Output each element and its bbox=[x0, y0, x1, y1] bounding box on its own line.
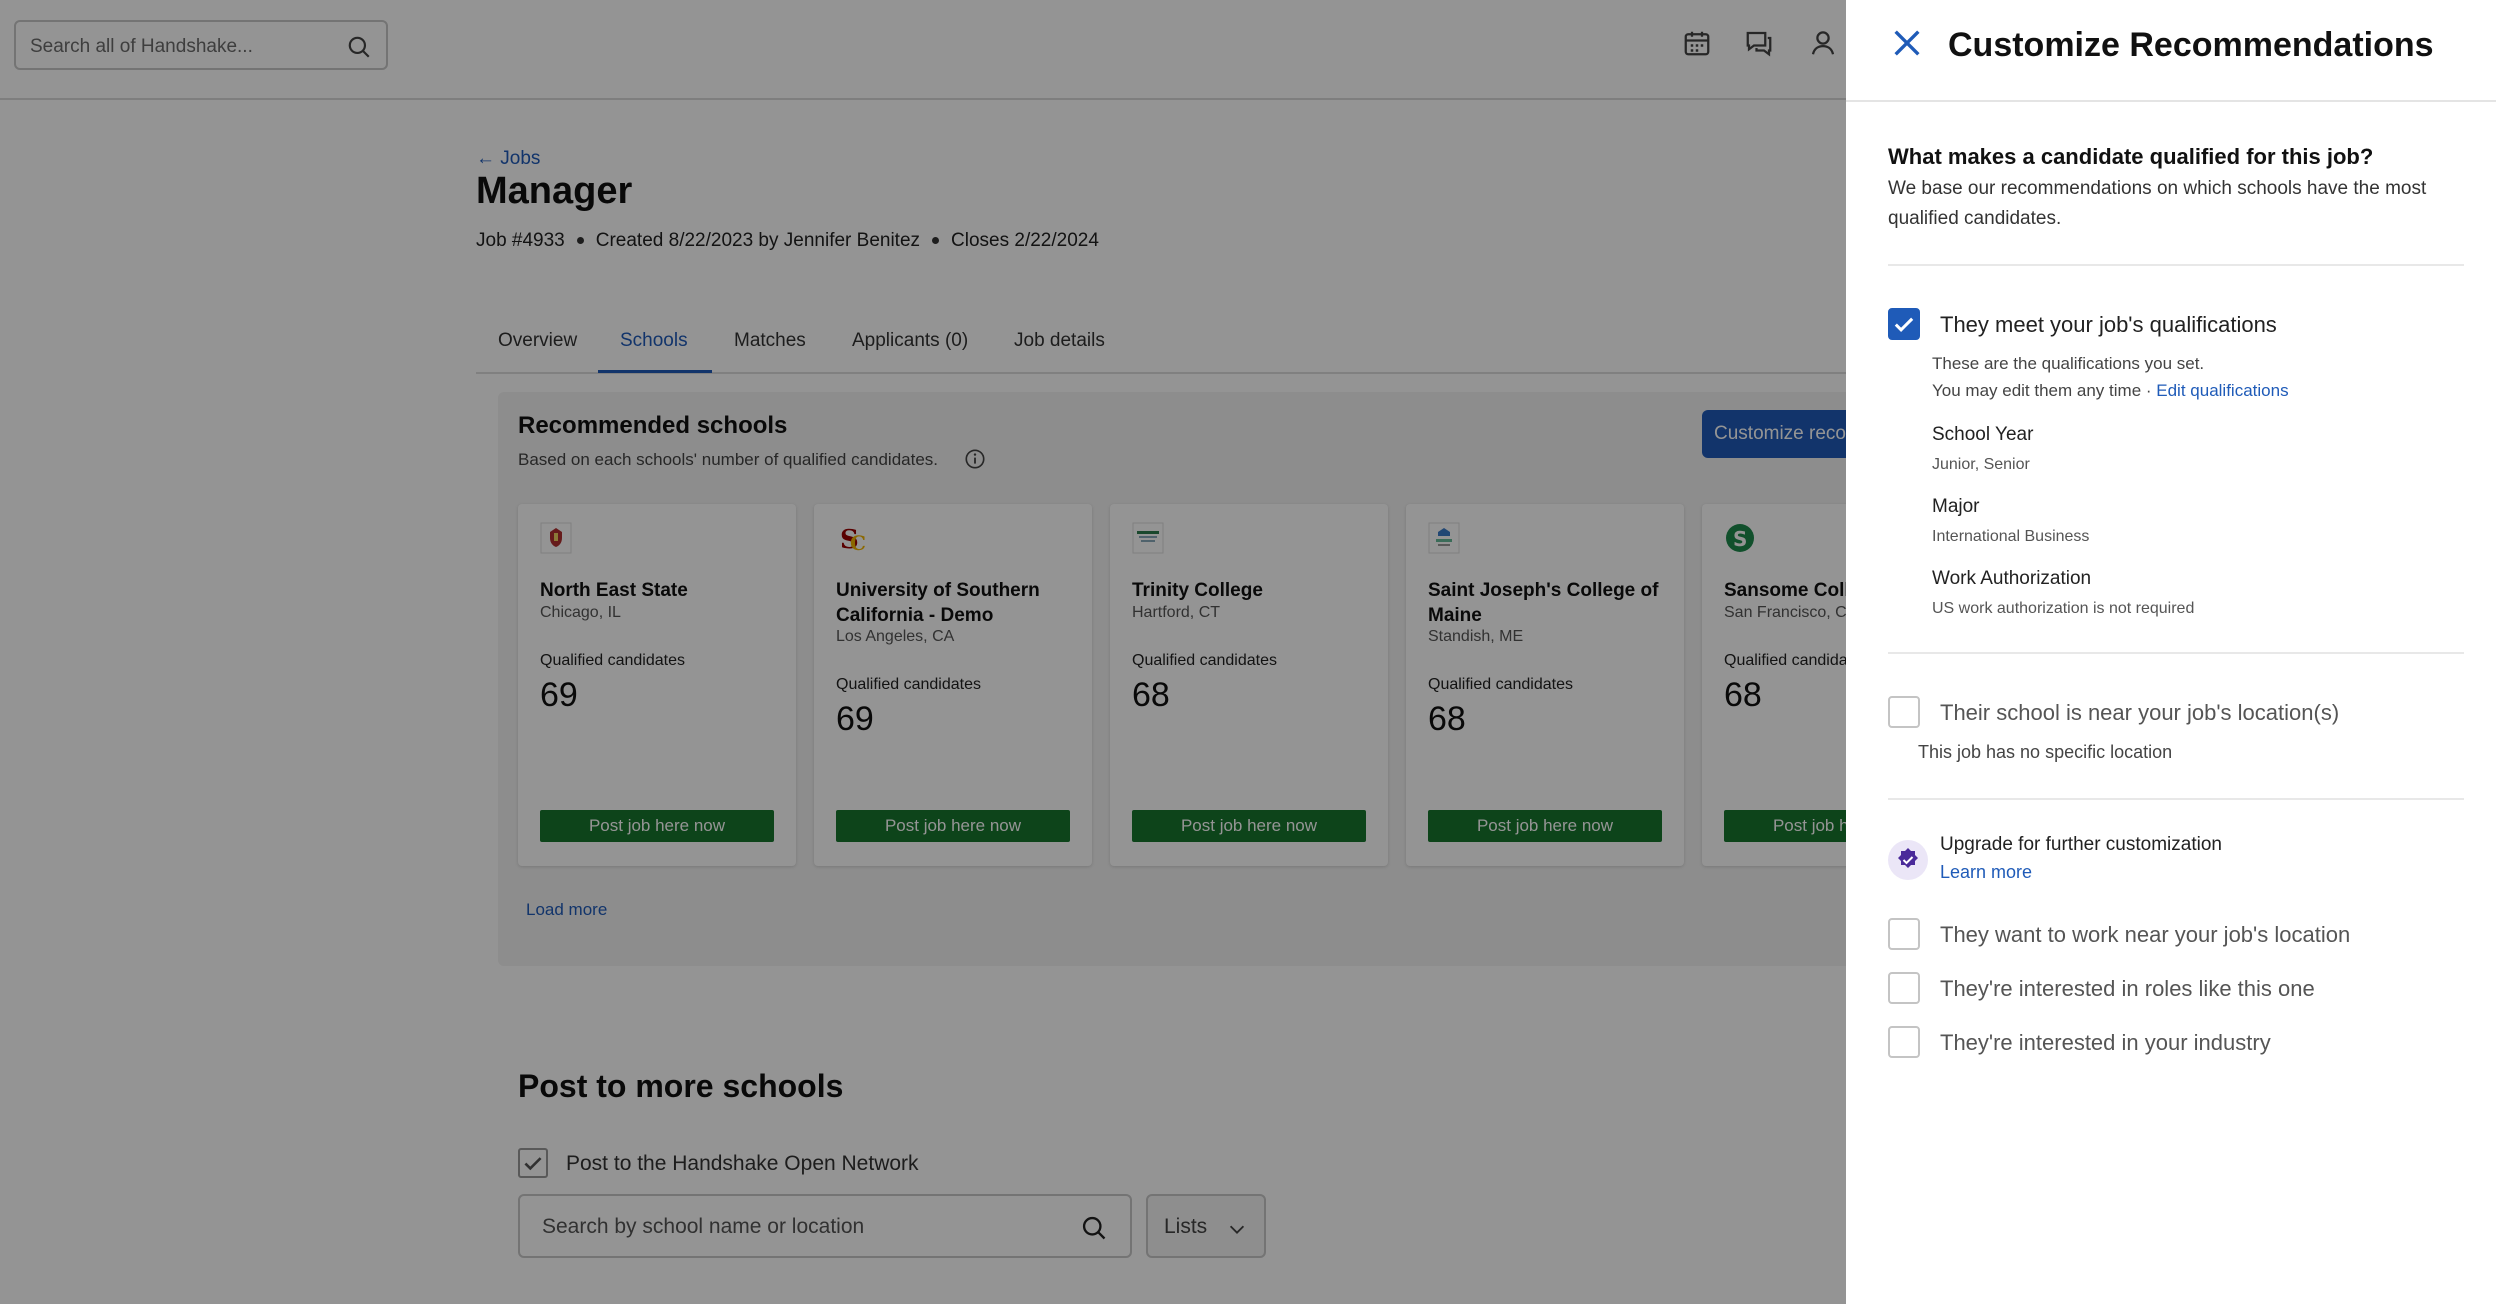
qualification-description: We base our recommendations on which sch… bbox=[1888, 178, 2427, 229]
major-value: International Business bbox=[1932, 528, 2090, 545]
interested-in-roles-label: They're interested in roles like this on… bbox=[1940, 976, 2315, 1001]
want-work-near-location-label: They want to work near your job's locati… bbox=[1940, 922, 2351, 947]
school-year-value: Junior, Senior bbox=[1932, 456, 2030, 473]
divider bbox=[1888, 264, 2464, 266]
divider bbox=[1888, 652, 2464, 654]
customize-recommendations-drawer: Customize Recommendations What makes a c… bbox=[1846, 0, 2496, 1304]
upgrade-badge-icon bbox=[1888, 840, 1928, 880]
meets-qualifications-label: They meet your job's qualifications bbox=[1940, 312, 2277, 337]
interested-in-roles-checkbox[interactable] bbox=[1888, 972, 1920, 1004]
school-year-label: School Year bbox=[1932, 424, 2034, 445]
interested-in-industry-checkbox[interactable] bbox=[1888, 1026, 1920, 1058]
drawer-title: Customize Recommendations bbox=[1948, 26, 2434, 64]
qualifications-note: These are the qualifications you set. bbox=[1932, 354, 2205, 373]
check-icon bbox=[1894, 317, 1914, 332]
qualifications-edit-row: You may edit them any time · Edit qualif… bbox=[1932, 381, 2289, 401]
school-near-location-checkbox[interactable] bbox=[1888, 696, 1920, 728]
meets-qualifications-checkbox[interactable] bbox=[1888, 308, 1920, 340]
upgrade-text: Upgrade for further customization bbox=[1940, 834, 2222, 855]
location-note: This job has no specific location bbox=[1918, 742, 2173, 762]
divider bbox=[1888, 798, 2464, 800]
qualification-question: What makes a candidate qualified for thi… bbox=[1888, 144, 2374, 169]
qualifications-edit-note: You may edit them any time · bbox=[1932, 381, 2157, 400]
major-label: Major bbox=[1932, 496, 1980, 517]
close-icon[interactable] bbox=[1890, 26, 1924, 60]
learn-more-link[interactable]: Learn more bbox=[1940, 862, 2032, 883]
want-work-near-location-checkbox[interactable] bbox=[1888, 918, 1920, 950]
work-authorization-value: US work authorization is not required bbox=[1932, 600, 2195, 617]
work-authorization-label: Work Authorization bbox=[1932, 568, 2092, 589]
edit-qualifications-link[interactable]: Edit qualifications bbox=[2156, 381, 2288, 400]
divider bbox=[1846, 100, 2496, 102]
interested-in-industry-label: They're interested in your industry bbox=[1940, 1030, 2271, 1055]
modal-backdrop[interactable] bbox=[0, 0, 1846, 1304]
school-near-location-label: Their school is near your job's location… bbox=[1940, 700, 2340, 725]
